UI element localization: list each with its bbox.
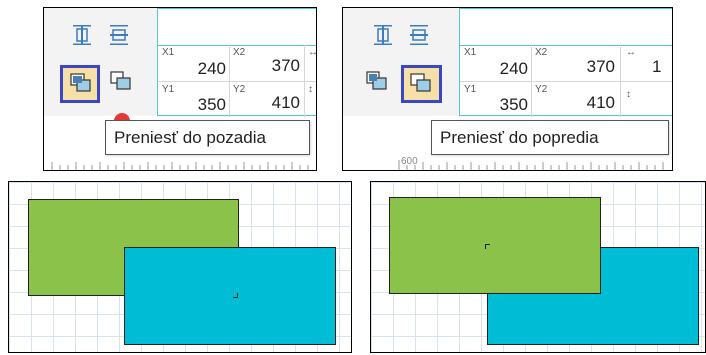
x1-label: X1 bbox=[464, 47, 477, 58]
y2-field[interactable]: 410 bbox=[258, 93, 300, 113]
width-icon: ↔ bbox=[626, 47, 636, 58]
x2-label: X2 bbox=[535, 47, 548, 58]
send-to-back-button[interactable] bbox=[60, 65, 100, 103]
width-field[interactable]: 1 bbox=[652, 57, 672, 77]
tooltip-send-to-back: Preniesť do pozadia bbox=[105, 120, 310, 155]
width-icon: ↔ bbox=[308, 47, 317, 58]
selection-handle[interactable] bbox=[233, 293, 238, 298]
x2-field[interactable]: 370 bbox=[560, 57, 615, 77]
align-center-vertical-icon[interactable] bbox=[407, 23, 431, 47]
selection-handle[interactable] bbox=[485, 244, 490, 249]
horizontal-ruler bbox=[44, 156, 316, 170]
y1-label: Y1 bbox=[162, 84, 175, 95]
send-to-back-button[interactable] bbox=[363, 68, 391, 96]
y1-field[interactable]: 350 bbox=[488, 95, 528, 115]
canvas-after-send-to-back bbox=[8, 181, 352, 353]
coordinates-panel: X1 240 X2 370 ↔ 1 Y1 350 Y2 410 ↕ bbox=[459, 8, 672, 117]
height-icon: ↕ bbox=[626, 89, 631, 100]
cyan-rectangle[interactable] bbox=[124, 247, 336, 345]
align-center-horizontal-icon[interactable] bbox=[371, 23, 395, 47]
y2-label: Y2 bbox=[233, 84, 246, 95]
tooltip-bring-to-front: Preniesť do popredia bbox=[431, 120, 669, 155]
ruler-label: 600 bbox=[401, 156, 418, 167]
bring-to-front-icon bbox=[110, 71, 131, 90]
horizontal-ruler: 600 bbox=[343, 156, 672, 170]
x1-field[interactable]: 240 bbox=[188, 59, 226, 79]
x1-field[interactable]: 240 bbox=[488, 59, 528, 79]
height-icon: ↕ bbox=[308, 84, 313, 95]
bring-to-front-button[interactable] bbox=[107, 68, 135, 96]
x2-label: X2 bbox=[233, 47, 246, 58]
y1-field[interactable]: 350 bbox=[188, 95, 226, 115]
x2-field[interactable]: 370 bbox=[258, 56, 300, 76]
ribbon-panel-send-to-back: X1 240 X2 370 ↔ Y1 350 Y2 410 ↕ Preniesť… bbox=[43, 7, 317, 171]
align-center-vertical-icon[interactable] bbox=[107, 23, 131, 47]
send-to-back-icon bbox=[70, 73, 91, 92]
bring-to-front-icon bbox=[410, 73, 431, 92]
y2-label: Y2 bbox=[535, 84, 548, 95]
y2-field[interactable]: 410 bbox=[560, 93, 615, 113]
align-center-horizontal-icon[interactable] bbox=[70, 23, 94, 47]
canvas-after-bring-to-front bbox=[370, 181, 706, 353]
bring-to-front-button[interactable] bbox=[401, 65, 442, 103]
x1-label: X1 bbox=[162, 47, 175, 58]
coordinates-panel: X1 240 X2 370 ↔ Y1 350 Y2 410 ↕ bbox=[157, 8, 317, 117]
send-to-back-icon bbox=[366, 71, 387, 90]
y1-label: Y1 bbox=[464, 84, 477, 95]
green-rectangle[interactable] bbox=[389, 197, 601, 294]
ribbon-panel-bring-to-front: X1 240 X2 370 ↔ 1 Y1 350 Y2 410 ↕ 600 Pr… bbox=[342, 7, 673, 171]
